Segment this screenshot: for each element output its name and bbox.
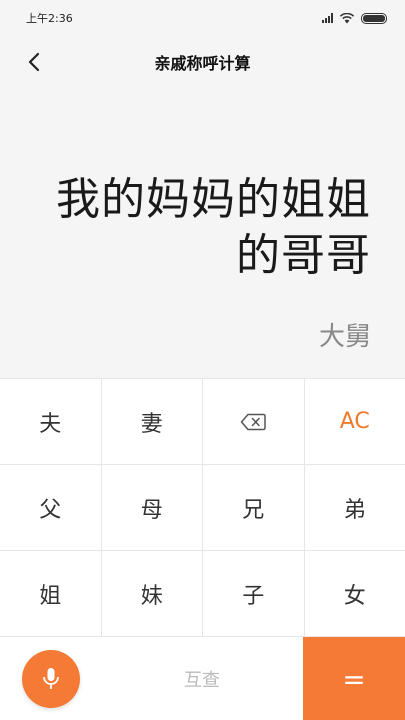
signal-icon xyxy=(322,13,333,23)
microphone-icon xyxy=(42,668,59,689)
key-husband[interactable]: 夫 xyxy=(0,379,102,464)
key-row: 夫 妻 AC xyxy=(0,379,405,465)
nav-bar: 亲戚称呼计算 xyxy=(0,38,405,86)
clear-all-button[interactable]: AC xyxy=(304,379,405,464)
chevron-left-icon xyxy=(28,52,40,72)
status-icons xyxy=(322,12,387,24)
mic-cell xyxy=(0,637,101,720)
display-area: 我的妈妈的姐姐的哥哥 大舅 xyxy=(0,86,405,378)
key-older-sister[interactable]: 姐 xyxy=(0,551,102,636)
page-title: 亲戚称呼计算 xyxy=(154,54,251,73)
key-wife[interactable]: 妻 xyxy=(101,379,203,464)
key-older-brother[interactable]: 兄 xyxy=(203,465,305,550)
key-daughter[interactable]: 女 xyxy=(304,551,405,636)
key-younger-sister[interactable]: 妹 xyxy=(101,551,203,636)
key-mother[interactable]: 母 xyxy=(101,465,203,550)
equals-button[interactable]: = xyxy=(303,637,405,720)
key-father[interactable]: 父 xyxy=(0,465,102,550)
key-younger-brother[interactable]: 弟 xyxy=(304,465,405,550)
key-son[interactable]: 子 xyxy=(203,551,305,636)
back-button[interactable] xyxy=(20,48,48,76)
wifi-icon xyxy=(339,12,355,23)
status-time: 上午2:36 xyxy=(26,12,73,25)
backspace-icon xyxy=(241,413,266,430)
status-bar: 上午2:36 xyxy=(0,0,405,36)
bottom-row: 互查 = xyxy=(0,637,405,720)
key-row: 姐 妹 子 女 xyxy=(0,551,405,637)
voice-input-button[interactable] xyxy=(21,650,80,708)
battery-icon xyxy=(361,12,387,24)
backspace-button[interactable] xyxy=(203,379,305,464)
key-row: 父 母 兄 弟 xyxy=(0,465,405,551)
result-text: 大舅 xyxy=(318,322,371,352)
keypad: 夫 妻 AC 父 母 兄 弟 姐 妹 子 女 互查 = xyxy=(0,378,405,720)
expression-text: 我的妈妈的姐姐的哥哥 xyxy=(56,174,371,281)
mutual-lookup-button[interactable]: 互查 xyxy=(101,637,303,720)
